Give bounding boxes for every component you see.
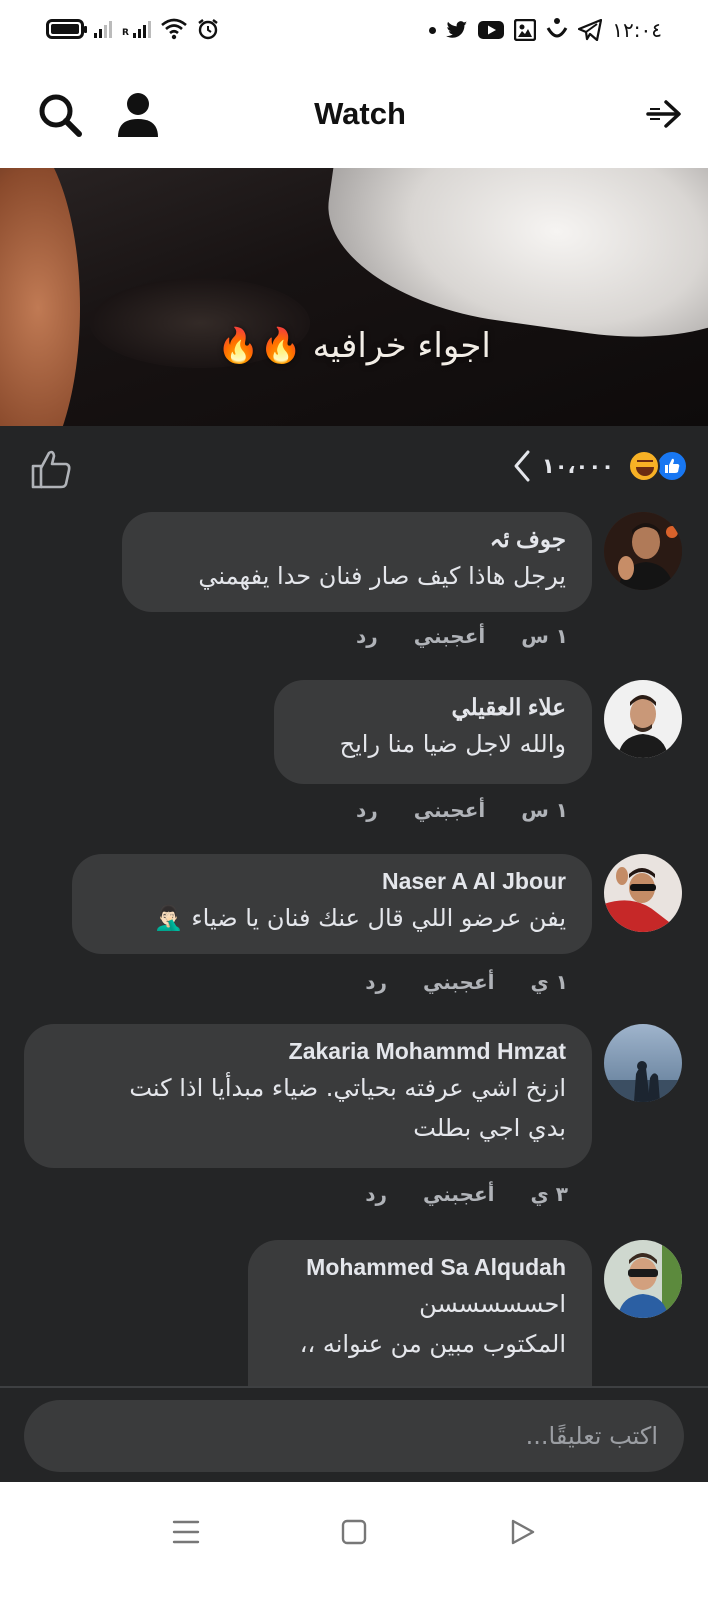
haha-reaction-icon bbox=[628, 450, 660, 482]
comment-time: ٣ ي bbox=[530, 1182, 568, 1206]
app-icon bbox=[546, 18, 568, 38]
avatar[interactable] bbox=[604, 1024, 682, 1102]
status-bar: R ١٢:٠٤ bbox=[0, 0, 720, 64]
app-header: Watch bbox=[0, 64, 720, 168]
comment-text: والله لاجل ضيا منا رايح bbox=[339, 730, 566, 758]
system-navigation-bar bbox=[0, 1482, 720, 1600]
comment-author[interactable]: علاء العقيلي bbox=[300, 690, 566, 724]
comment-bubble[interactable]: جوف ئہ يرجل هاذا كيف صار فنان حدا يفهمني bbox=[122, 512, 592, 612]
app-icon bbox=[514, 19, 537, 41]
video-caption: اجواء خرافيه 🔥🔥 bbox=[217, 326, 491, 366]
reply-comment-button[interactable]: رد bbox=[365, 1182, 387, 1206]
comment-text: يفن عرضو اللي قال عنك فنان يا ضياء 🤦🏻‍♂️ bbox=[153, 904, 566, 932]
roaming-indicator: R bbox=[122, 28, 129, 38]
menu-icon[interactable] bbox=[166, 1512, 206, 1552]
back-icon[interactable] bbox=[502, 1512, 542, 1552]
comment-text: يرجل هاذا كيف صار فنان حدا يفهمني bbox=[198, 562, 566, 590]
comment-actions: ١ ي أعجبني رد bbox=[365, 970, 568, 994]
comment-text: بدي اجي بطلت bbox=[413, 1114, 566, 1142]
reply-comment-button[interactable]: رد bbox=[365, 970, 387, 994]
reaction-count: ١٠،٠٠٠ bbox=[541, 454, 614, 478]
avatar[interactable] bbox=[604, 512, 682, 590]
comment-bubble[interactable]: Zakaria Mohammd Hmzat ازنخ اشي عرفته بحي… bbox=[24, 1024, 592, 1168]
comment-input[interactable]: اكتب تعليقًا... bbox=[24, 1400, 684, 1472]
signal-roaming-icon bbox=[132, 20, 151, 38]
home-icon[interactable] bbox=[334, 1512, 374, 1552]
like-comment-button[interactable]: أعجبني bbox=[414, 798, 486, 822]
comment-text: المكتوب مبين من عنوانه ،، bbox=[299, 1330, 566, 1358]
wifi-icon bbox=[161, 18, 187, 40]
comment-author[interactable]: Zakaria Mohammd Hmzat bbox=[50, 1034, 566, 1068]
comment-input-placeholder: اكتب تعليقًا... bbox=[525, 1422, 658, 1450]
youtube-icon bbox=[478, 21, 505, 39]
reaction-summary[interactable]: ١٠،٠٠٠ bbox=[510, 448, 688, 484]
comment-bubble[interactable]: Naser A Al Jbour يفن عرضو اللي قال عنك ف… bbox=[72, 854, 592, 954]
comment-text: ازنخ اشي عرفته بحياتي. ضياء مبدأيا اذا ك… bbox=[129, 1074, 566, 1102]
comment-composer: اكتب تعليقًا... bbox=[0, 1386, 708, 1482]
chevron-left-icon[interactable] bbox=[510, 448, 534, 484]
twitter-icon bbox=[446, 21, 468, 38]
like-comment-button[interactable]: أعجبني bbox=[423, 970, 495, 994]
like-outline-icon[interactable] bbox=[30, 448, 72, 490]
comments-panel[interactable]: ١٠،٠٠٠ جوف ئہ يرجل هاذا كيف صار فنان حدا bbox=[0, 426, 708, 1476]
comment-text: احسسسسسن bbox=[419, 1290, 566, 1318]
like-comment-button[interactable]: أعجبني bbox=[414, 624, 486, 648]
comment-author[interactable]: Mohammed Sa Alqudah bbox=[274, 1250, 566, 1284]
status-left-icons: R bbox=[46, 18, 219, 40]
comment-actions: ٣ ي أعجبني رد bbox=[365, 1182, 568, 1206]
like-reaction-icon bbox=[656, 450, 688, 482]
comment-actions: ١ س أعجبني رد bbox=[356, 798, 568, 822]
notification-dot bbox=[429, 26, 437, 34]
like-comment-button[interactable]: أعجبني bbox=[423, 1182, 495, 1206]
battery-icon bbox=[46, 19, 87, 39]
reply-comment-button[interactable]: رد bbox=[356, 798, 378, 822]
comment-actions: ١ س أعجبني رد bbox=[356, 624, 568, 648]
avatar[interactable] bbox=[604, 680, 682, 758]
arrow-right-icon[interactable] bbox=[644, 94, 684, 134]
avatar[interactable] bbox=[604, 1240, 682, 1318]
comment-author[interactable]: جوف ئہ bbox=[148, 522, 566, 556]
comment-time: ١ س bbox=[521, 798, 568, 822]
comment-author[interactable]: Naser A Al Jbour bbox=[98, 864, 566, 898]
reply-comment-button[interactable]: رد bbox=[356, 624, 378, 648]
reaction-bar: ١٠،٠٠٠ bbox=[0, 426, 708, 506]
status-right-icons: ١٢:٠٤ bbox=[429, 16, 662, 44]
comment-time: ١ ي bbox=[530, 970, 568, 994]
signal-icon bbox=[94, 20, 112, 38]
avatar[interactable] bbox=[604, 854, 682, 932]
comment-bubble[interactable]: علاء العقيلي والله لاجل ضيا منا رايح bbox=[274, 680, 592, 784]
telegram-icon bbox=[578, 19, 603, 41]
video-player[interactable]: اجواء خرافيه 🔥🔥 bbox=[0, 168, 708, 426]
status-time: ١٢:٠٤ bbox=[612, 18, 662, 42]
comment-time: ١ س bbox=[521, 624, 568, 648]
alarm-icon bbox=[198, 19, 218, 40]
page-title: Watch bbox=[314, 96, 406, 131]
